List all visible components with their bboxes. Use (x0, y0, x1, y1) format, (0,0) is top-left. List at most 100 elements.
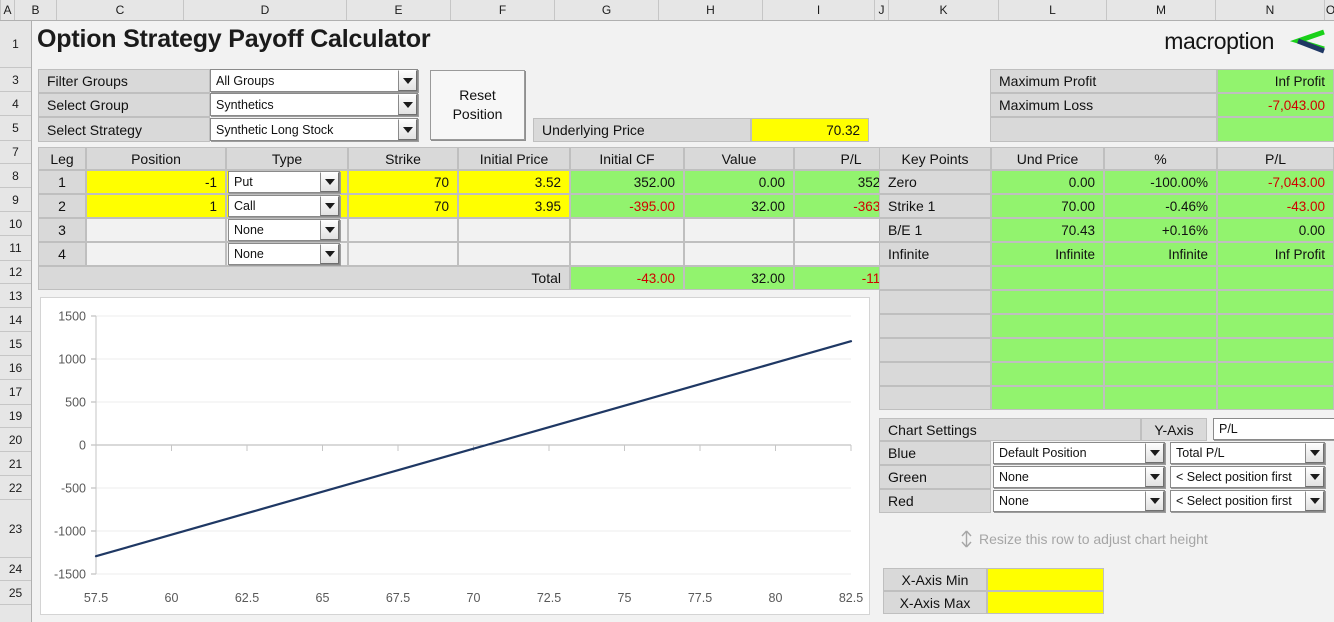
leg-initial-price-input[interactable]: 3.52 (458, 170, 570, 194)
chevron-down-icon[interactable] (320, 172, 339, 192)
select-all-corner[interactable] (0, 0, 1, 20)
key-point-und-price: 0.00 (991, 170, 1104, 194)
row-header-21[interactable]: 21 (0, 452, 31, 476)
key-point-name (879, 386, 991, 410)
key-point-und-price (991, 290, 1104, 314)
leg-strike-input[interactable] (348, 218, 458, 242)
key-point-und-price: 70.43 (991, 218, 1104, 242)
row-header-23[interactable]: 23 (0, 500, 31, 558)
key-point-pl: -43.00 (1217, 194, 1334, 218)
leg-strike-input[interactable]: 70 (348, 170, 458, 194)
column-header-L[interactable]: L (999, 0, 1107, 20)
series-line-dropdown-red[interactable]: < Select position first (1170, 490, 1325, 512)
series-line-dropdown-blue[interactable]: Total P/L (1170, 442, 1325, 464)
row-header-3[interactable]: 3 (0, 68, 31, 92)
chevron-down-icon[interactable] (398, 119, 417, 140)
logo-chevron-icon (1289, 29, 1325, 54)
maximum-loss-value: -7,043.00 (1217, 93, 1334, 117)
filter-groups-dropdown[interactable]: All Groups (210, 69, 418, 92)
chevron-down-icon[interactable] (320, 220, 339, 240)
row-header-9[interactable]: 9 (0, 188, 31, 212)
chevron-down-icon[interactable] (320, 196, 339, 216)
y-axis-dropdown[interactable]: P/L (1213, 418, 1334, 440)
chevron-down-icon[interactable] (1305, 491, 1324, 511)
maximum-profit-label: Maximum Profit (990, 69, 1217, 93)
row-header-19[interactable]: 19 (0, 405, 31, 428)
column-header-I[interactable]: I (763, 0, 875, 20)
chevron-down-icon[interactable] (398, 70, 417, 91)
row-header-22[interactable]: 22 (0, 476, 31, 500)
column-header-H[interactable]: H (659, 0, 763, 20)
row-header-17[interactable]: 17 (0, 380, 31, 405)
leg-position-input[interactable]: -1 (86, 170, 226, 194)
row-header-25[interactable]: 25 (0, 581, 31, 605)
row-header-16[interactable]: 16 (0, 356, 31, 380)
row-header-12[interactable]: 12 (0, 261, 31, 284)
row-header-7[interactable]: 7 (0, 141, 31, 164)
leg-strike-input[interactable] (348, 242, 458, 266)
row-header-11[interactable]: 11 (0, 236, 31, 261)
x-axis-max-input[interactable] (987, 591, 1104, 614)
column-header-F[interactable]: F (451, 0, 555, 20)
leg-type-dropdown[interactable]: None (228, 243, 340, 265)
chevron-down-icon[interactable] (1305, 443, 1324, 463)
reset-position-button[interactable]: Reset Position (430, 70, 525, 140)
leg-type-dropdown[interactable]: Put (228, 171, 340, 193)
reset-button-line1: Reset (459, 87, 496, 104)
row-header-15[interactable]: 15 (0, 332, 31, 356)
underlying-price-label: Underlying Price (533, 118, 751, 142)
chevron-down-icon[interactable] (1145, 467, 1164, 487)
column-header-B[interactable]: B (15, 0, 57, 20)
leg-initial-price-input[interactable]: 3.95 (458, 194, 570, 218)
series-position-dropdown-red[interactable]: None (993, 490, 1165, 512)
column-header-N[interactable]: N (1216, 0, 1325, 20)
series-color-label-green: Green (879, 465, 991, 489)
chevron-down-icon[interactable] (320, 244, 339, 264)
column-header-M[interactable]: M (1107, 0, 1216, 20)
row-header-5[interactable]: 5 (0, 116, 31, 141)
x-axis-min-input[interactable] (987, 568, 1104, 591)
series-line-dropdown-green[interactable]: < Select position first (1170, 466, 1325, 488)
column-header-G[interactable]: G (555, 0, 659, 20)
select-group-dropdown[interactable]: Synthetics (210, 93, 418, 116)
payoff-chart-svg: 1500 1000 500 0 -500 -1000 -1500 57.5 60 62.5 65 67… (54, 310, 863, 606)
leg-type-dropdown[interactable]: None (228, 219, 340, 241)
column-header-E[interactable]: E (347, 0, 451, 20)
row-header-10[interactable]: 10 (0, 212, 31, 236)
row-header-8[interactable]: 8 (0, 164, 31, 188)
column-header-J[interactable]: J (875, 0, 889, 20)
series-position-dropdown-green[interactable]: None (993, 466, 1165, 488)
x-axis-tick-label: 62.5 (235, 591, 259, 605)
row-header-24[interactable]: 24 (0, 558, 31, 581)
column-header-C[interactable]: C (57, 0, 184, 20)
leg-position-input[interactable]: 1 (86, 194, 226, 218)
chevron-down-icon[interactable] (1145, 443, 1164, 463)
leg-type-dropdown[interactable]: Call (228, 195, 340, 217)
key-point-name: Strike 1 (879, 194, 991, 218)
leg-position-input[interactable] (86, 218, 226, 242)
row-header-1[interactable]: 1 (0, 21, 31, 68)
column-header-K[interactable]: K (889, 0, 999, 20)
column-header-A[interactable]: A (1, 0, 15, 20)
chevron-down-icon[interactable] (398, 94, 417, 115)
series-position-dropdown-blue[interactable]: Default Position (993, 442, 1165, 464)
column-header-O[interactable]: O (1325, 0, 1334, 20)
reset-button-line2: Position (452, 106, 503, 122)
row-header-13[interactable]: 13 (0, 284, 31, 308)
chevron-down-icon[interactable] (1145, 491, 1164, 511)
row-header-14[interactable]: 14 (0, 308, 31, 332)
leg-strike-input[interactable]: 70 (348, 194, 458, 218)
underlying-price-input[interactable]: 70.32 (751, 118, 869, 142)
column-header-D[interactable]: D (184, 0, 347, 20)
row-header-4[interactable]: 4 (0, 92, 31, 116)
leg-initial-price-input[interactable] (458, 242, 570, 266)
key-point-pl (1217, 290, 1334, 314)
legs-header-initial_price: Initial Price (458, 147, 570, 170)
leg-position-input[interactable] (86, 242, 226, 266)
series-position-value: None (999, 494, 1029, 508)
leg-initial-price-input[interactable] (458, 218, 570, 242)
chevron-down-icon[interactable] (1305, 467, 1324, 487)
row-header-20[interactable]: 20 (0, 428, 31, 452)
chart-settings-label: Chart Settings (879, 418, 1141, 441)
select-strategy-dropdown[interactable]: Synthetic Long Stock (210, 118, 418, 141)
